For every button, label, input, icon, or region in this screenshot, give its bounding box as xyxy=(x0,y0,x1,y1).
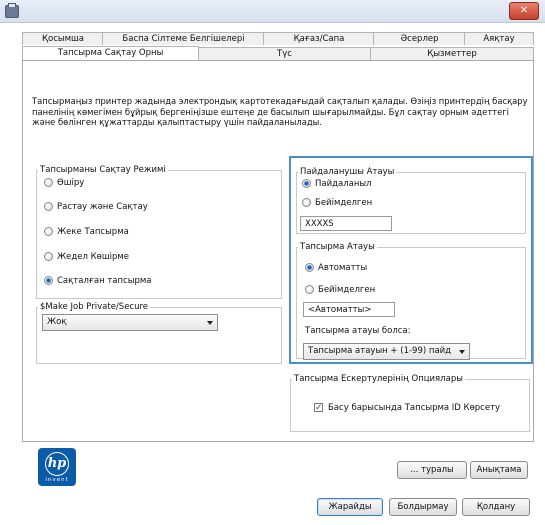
notification-legend: Тапсырма Ескертулерінің Опциялары xyxy=(294,374,463,384)
help-button[interactable]: Анықтама xyxy=(470,461,528,479)
private-select[interactable]: Жоқ xyxy=(42,314,218,331)
radio-personal-job[interactable]: Жеке Тапсырма xyxy=(44,225,129,239)
radio-icon xyxy=(44,178,53,187)
radio-icon xyxy=(44,276,53,285)
radio-label: Сақталған тапсырма xyxy=(57,276,152,286)
chevron-down-icon xyxy=(207,321,213,325)
title-bar: ✕ xyxy=(0,0,545,23)
radio-job-name-auto[interactable]: Автоматты xyxy=(305,261,367,275)
radio-icon xyxy=(305,263,314,272)
about-button[interactable]: ... туралы xyxy=(397,461,467,479)
tab-paper-quality[interactable]: Қағаз/Сапа xyxy=(263,32,375,45)
radio-label: Автоматты xyxy=(318,263,368,273)
tab-services[interactable]: Қызметтер xyxy=(370,47,534,60)
checkbox-label: Басу барысында Тапсырма ID Көрсету xyxy=(328,403,501,413)
private-legend: $Make Job Private/Secure xyxy=(40,302,149,312)
ok-button[interactable]: Жарайды xyxy=(317,498,383,516)
radio-icon xyxy=(44,202,53,211)
radio-icon xyxy=(305,285,314,294)
radio-label: Жеке Тапсырма xyxy=(57,227,129,237)
radio-off[interactable]: Өшіру xyxy=(44,176,84,190)
apply-button[interactable]: Қолдану xyxy=(462,498,530,516)
radio-stored-job[interactable]: Сақталған тапсырма xyxy=(44,274,151,288)
radio-icon xyxy=(302,198,311,207)
tab-shortcuts[interactable]: Баспа Сілтеме Белгішелері xyxy=(102,32,265,45)
radio-icon xyxy=(302,179,311,188)
tab-finishing[interactable]: Аяқтау xyxy=(464,32,534,45)
hp-logo-mark: hp xyxy=(45,452,69,476)
tab-effects[interactable]: Әсерлер xyxy=(373,32,466,45)
private-select-value: Жоқ xyxy=(47,317,67,327)
tab-advanced[interactable]: Қосымша xyxy=(22,32,104,45)
tab-job-storage[interactable]: Тапсырма Сақтау Орны xyxy=(22,46,199,60)
user-name-input[interactable]: XXXXS xyxy=(300,216,392,231)
job-name-input[interactable]: <Автоматты> xyxy=(303,302,395,317)
user-name-legend: Пайдаланушы Атауы xyxy=(300,167,395,177)
radio-label: Растау және Сақтау xyxy=(57,202,148,212)
hp-logo-tagline: invent xyxy=(45,477,69,483)
checkbox-icon xyxy=(314,401,323,415)
radio-label: Пайдаланыл xyxy=(315,179,372,189)
job-name-legend: Тапсырма Атауы xyxy=(300,242,375,252)
if-exists-select[interactable]: Тапсырма атауын + (1-99) пайд xyxy=(303,343,470,360)
radio-quick-copy[interactable]: Жедел Көшірме xyxy=(44,250,129,264)
private-group: $Make Job Private/Secure xyxy=(36,302,282,364)
if-exists-select-value: Тапсырма атауын + (1-99) пайд xyxy=(308,346,452,356)
radio-label: Жедел Көшірме xyxy=(57,252,130,262)
description-text: Тапсырмаңыз принтер жадында электрондық … xyxy=(32,96,528,127)
radio-proof-and-hold[interactable]: Растау және Сақтау xyxy=(44,200,148,214)
close-button[interactable]: ✕ xyxy=(509,2,539,20)
radio-label: Бейімделген xyxy=(315,198,373,208)
radio-label: Өшіру xyxy=(57,178,85,188)
job-name-group: Тапсырма Атауы xyxy=(296,242,526,359)
tab-color[interactable]: Түс xyxy=(197,47,372,60)
chevron-down-icon xyxy=(459,350,465,354)
storage-mode-legend: Тапсырманы Сақтау Режимі xyxy=(40,165,166,175)
hp-logo: hp invent xyxy=(38,448,76,486)
show-job-id-checkbox[interactable]: Басу барысында Тапсырма ID Көрсету xyxy=(314,401,500,415)
radio-job-name-custom[interactable]: Бейімделген xyxy=(305,283,375,297)
printer-icon xyxy=(5,3,19,18)
if-exists-label: Тапсырма атауы болса: xyxy=(305,326,411,336)
radio-user-name-custom[interactable]: Бейімделген xyxy=(302,196,372,210)
radio-label: Бейімделген xyxy=(318,285,376,295)
cancel-button[interactable]: Болдырмау xyxy=(389,498,457,516)
radio-user-name-default[interactable]: Пайдаланыл xyxy=(302,177,372,191)
radio-icon xyxy=(44,227,53,236)
radio-icon xyxy=(44,252,53,261)
